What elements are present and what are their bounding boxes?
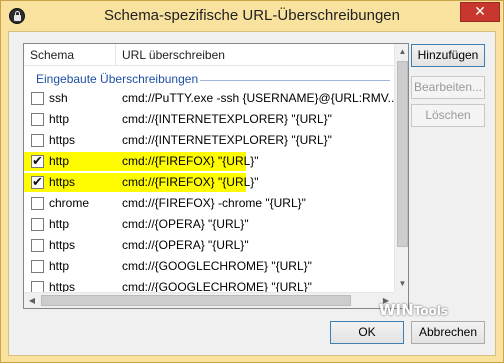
list-item[interactable]: http cmd://{GOOGLECHROME} "{URL}" bbox=[24, 256, 394, 277]
scroll-up-icon[interactable]: ▲ bbox=[395, 44, 408, 60]
vertical-scroll-thumb[interactable] bbox=[397, 61, 408, 247]
row-checkbox[interactable] bbox=[31, 197, 44, 210]
row-checkbox[interactable]: ✔ bbox=[31, 174, 44, 189]
row-schema: https bbox=[49, 133, 76, 147]
list-item[interactable]: ssh cmd://PuTTY.exe -ssh {USERNAME}@{URL:… bbox=[24, 88, 398, 109]
column-header-url[interactable]: URL überschreiben bbox=[122, 48, 225, 62]
row-url: cmd://{OPERA} "{URL}" bbox=[122, 217, 249, 231]
row-schema: https bbox=[49, 175, 76, 189]
row-url: cmd://{GOOGLECHROME} "{URL}" bbox=[122, 259, 312, 273]
list-item[interactable]: http cmd://{INTERNETEXPLORER} "{URL}" bbox=[24, 109, 394, 130]
row-schema: chrome bbox=[49, 196, 90, 210]
delete-button[interactable]: Löschen bbox=[411, 104, 485, 127]
horizontal-scrollbar[interactable]: ◀ ▶ bbox=[24, 292, 394, 308]
checkmark-icon: ✔ bbox=[32, 153, 43, 168]
row-schema: https bbox=[49, 238, 76, 252]
checkmark-icon: ✔ bbox=[32, 174, 43, 189]
row-checkbox[interactable] bbox=[31, 92, 44, 105]
window-title: Schema-spezifische URL-Überschreibungen bbox=[104, 7, 400, 24]
group-label-builtin[interactable]: Eingebaute Überschreibungen bbox=[36, 72, 198, 86]
row-url: cmd://{FIREFOX} -chrome "{URL}" bbox=[122, 196, 306, 210]
row-schema: http bbox=[49, 217, 70, 231]
vertical-scrollbar[interactable]: ▲ ▼ bbox=[394, 44, 408, 308]
horizontal-scroll-thumb[interactable] bbox=[41, 295, 351, 306]
row-checkbox[interactable] bbox=[31, 239, 44, 252]
ok-button[interactable]: OK bbox=[330, 321, 404, 344]
row-schema: http bbox=[49, 112, 70, 126]
row-url: cmd://{INTERNETEXPLORER} "{URL}" bbox=[122, 112, 332, 126]
list-header: Schema URL überschreiben bbox=[24, 44, 394, 66]
row-url: cmd://{FIREFOX} "{URL}" bbox=[122, 154, 259, 168]
row-checkbox[interactable]: ✔ bbox=[31, 153, 44, 168]
scroll-down-icon[interactable]: ▼ bbox=[395, 276, 408, 292]
row-schema: http bbox=[49, 259, 70, 273]
override-list[interactable]: Schema URL überschreiben Eingebaute Über… bbox=[23, 43, 409, 309]
scroll-left-icon[interactable]: ◀ bbox=[24, 293, 40, 308]
row-schema: ssh bbox=[49, 91, 68, 105]
dialog-window: Schema-spezifische URL-Überschreibungen … bbox=[0, 0, 504, 363]
list-item[interactable]: chrome cmd://{FIREFOX} -chrome "{URL}" bbox=[24, 193, 394, 214]
group-divider bbox=[200, 80, 390, 81]
list-item[interactable]: https cmd://{OPERA} "{URL}" bbox=[24, 235, 394, 256]
list-item[interactable]: https cmd://{INTERNETEXPLORER} "{URL}" bbox=[24, 130, 394, 151]
title-bar[interactable]: Schema-spezifische URL-Überschreibungen … bbox=[1, 1, 503, 31]
row-checkbox[interactable] bbox=[31, 113, 44, 126]
list-item[interactable]: http cmd://{OPERA} "{URL}" bbox=[24, 214, 394, 235]
list-item[interactable]: ✔ https cmd://{FIREFOX} "{URL}" bbox=[24, 172, 394, 193]
list-item[interactable]: ✔ http cmd://{FIREFOX} "{URL}" bbox=[24, 151, 394, 172]
close-icon: ✕ bbox=[474, 3, 486, 19]
row-checkbox[interactable] bbox=[31, 134, 44, 147]
row-url: cmd://{INTERNETEXPLORER} "{URL}" bbox=[122, 133, 332, 147]
cancel-button[interactable]: Abbrechen bbox=[411, 321, 485, 344]
row-url: cmd://{FIREFOX} "{URL}" bbox=[122, 175, 259, 189]
watermark-logo: WINTools bbox=[379, 301, 449, 319]
add-button[interactable]: Hinzufügen bbox=[411, 44, 485, 67]
close-button[interactable]: ✕ bbox=[460, 2, 500, 22]
row-url: cmd://{OPERA} "{URL}" bbox=[122, 238, 249, 252]
row-url: cmd://PuTTY.exe -ssh {USERNAME}@{URL:RMV… bbox=[122, 91, 398, 105]
column-header-schema[interactable]: Schema bbox=[30, 48, 74, 62]
row-checkbox[interactable] bbox=[31, 260, 44, 273]
edit-button[interactable]: Bearbeiten... bbox=[411, 76, 485, 99]
row-checkbox[interactable] bbox=[31, 218, 44, 231]
row-schema: http bbox=[49, 154, 70, 168]
